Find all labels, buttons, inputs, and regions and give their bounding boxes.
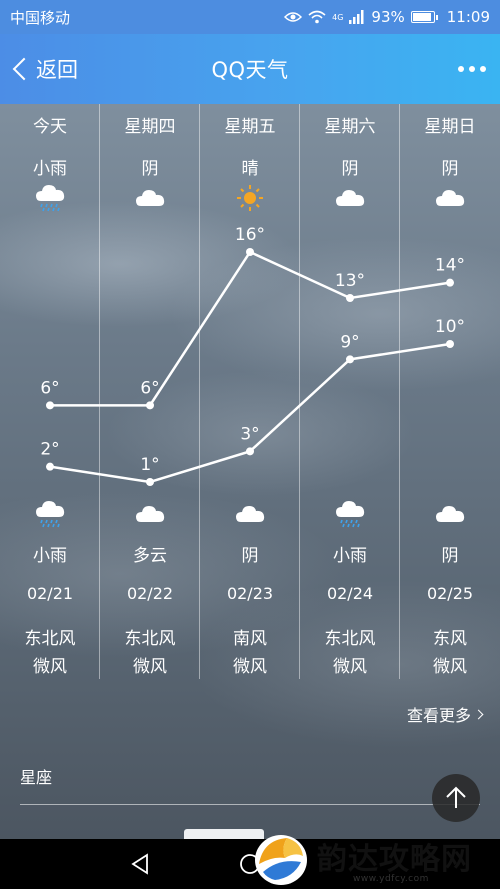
title-bar: 返回 QQ天气: [0, 34, 500, 104]
forecast-date: 02/25: [426, 584, 474, 603]
cloud-icon: [434, 184, 466, 212]
rain-cloud-icon: [334, 500, 366, 528]
wind-direction: 东北风: [124, 629, 176, 649]
chevron-right-icon: [473, 709, 484, 719]
status-indicators: 4G 93% 11:09: [284, 8, 490, 26]
cloud-icon: [134, 500, 166, 528]
night-condition: 阴: [441, 546, 459, 566]
network-type: 4G: [332, 12, 344, 22]
wind-level: 微风: [133, 657, 167, 677]
wind-level: 微风: [333, 657, 367, 677]
night-condition: 小雨: [33, 546, 67, 566]
signal-icon: [349, 10, 364, 24]
forecast-date: 02/23: [226, 584, 274, 603]
day-label: 星期四: [124, 117, 176, 137]
arrow-up-icon: [446, 786, 466, 808]
back-button[interactable]: 返回: [8, 34, 78, 104]
day-label: 星期六: [324, 117, 376, 137]
day-condition: 小雨: [33, 159, 67, 179]
wind-level: 微风: [433, 657, 467, 677]
watermark: 韵达攻略网 www.ydfcy.com: [245, 826, 500, 889]
night-condition: 阴: [241, 546, 259, 566]
sun-icon: [234, 184, 266, 212]
wind-direction: 东北风: [324, 629, 376, 649]
watermark-logo: [255, 835, 307, 885]
cloud-icon: [334, 184, 366, 212]
scroll-to-top-button[interactable]: [432, 774, 480, 822]
wind-direction: 南风: [233, 629, 267, 649]
cloud-icon: [134, 184, 166, 212]
constellation-section-title: 星座: [20, 768, 53, 787]
wind-level: 微风: [233, 657, 267, 677]
watermark-url: www.ydfcy.com: [353, 874, 429, 884]
forecast-date: 02/22: [126, 584, 174, 603]
day-label: 星期五: [224, 117, 276, 137]
section-divider: [20, 804, 480, 805]
wind-level: 微风: [33, 657, 67, 677]
chevron-left-icon: [12, 57, 36, 81]
watermark-text: 韵达攻略网: [317, 842, 472, 877]
forecast-panel: 今天 小雨 小雨 02/21 东北风 微风 星期四阴多云 02/22 东北风 微风 星期五晴阴 02/…: [0, 104, 500, 841]
wind-direction: 东北风: [24, 629, 76, 649]
cloud-icon: [234, 500, 266, 528]
eye-icon: [284, 12, 303, 22]
rain-cloud-icon: [34, 184, 66, 212]
more-dots-icon: [458, 66, 464, 72]
more-button[interactable]: [458, 34, 486, 104]
cloud-icon: [434, 500, 466, 528]
day-label: 今天: [33, 117, 67, 137]
day-condition: 阴: [141, 159, 159, 179]
night-condition: 小雨: [333, 546, 367, 566]
nav-back-icon[interactable]: [128, 852, 152, 876]
back-label: 返回: [36, 58, 78, 82]
day-condition: 阴: [341, 159, 359, 179]
day-condition: 晴: [241, 159, 259, 179]
rain-cloud-icon: [34, 500, 66, 528]
day-condition: 阴: [441, 159, 459, 179]
forecast-date: 02/24: [326, 584, 374, 603]
page-title: QQ天气: [211, 58, 289, 82]
night-condition: 多云: [133, 546, 167, 566]
battery-icon: [410, 11, 438, 23]
wifi-icon: [308, 10, 326, 24]
clock: 11:09: [446, 8, 490, 26]
carrier-label: 中国移动: [10, 8, 71, 27]
status-bar: 中国移动 4G 93% 11:09: [0, 0, 500, 34]
view-more-link[interactable]: 查看更多: [406, 702, 484, 726]
view-more-label: 查看更多: [406, 706, 471, 725]
wind-direction: 东风: [433, 629, 467, 649]
day-label: 星期日: [424, 117, 476, 137]
battery-percent: 93%: [371, 8, 405, 26]
forecast-date: 02/21: [26, 584, 74, 603]
